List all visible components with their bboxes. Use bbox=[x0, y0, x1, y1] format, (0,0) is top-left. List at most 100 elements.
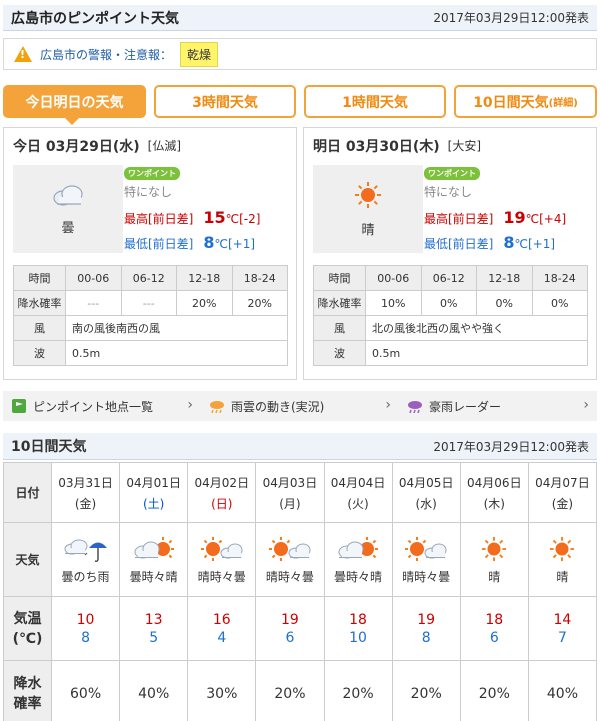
time-cell: 00-06 bbox=[365, 265, 422, 291]
pop-cell: 20% bbox=[459, 660, 529, 721]
high-temp: 19 bbox=[503, 208, 526, 227]
rain-cloud-icon bbox=[209, 398, 225, 414]
table-row: 波 0.5m bbox=[313, 340, 588, 366]
chevron-right-icon: › bbox=[385, 397, 391, 413]
pop-cell: 40% bbox=[527, 660, 598, 721]
day-of-week: (土) bbox=[143, 496, 165, 511]
temp-cell: 19 8 bbox=[391, 596, 461, 661]
warning-link[interactable]: 広島市の警報・注意報： bbox=[40, 46, 172, 63]
high-temp: 14 bbox=[553, 611, 572, 628]
day-title: 今日 03月29日(水) bbox=[13, 138, 140, 155]
pop-cell: 40% bbox=[119, 660, 189, 721]
high-temp: 13 bbox=[144, 611, 163, 628]
low-temp: 8 bbox=[421, 629, 431, 646]
wave-header: 波 bbox=[13, 340, 66, 366]
pop-cell: 20% bbox=[323, 660, 393, 721]
weather-label: 晴時々曇 bbox=[265, 570, 314, 584]
wind-cell: 北の風後北西の風やや強く bbox=[365, 315, 588, 341]
pop-cell: 0% bbox=[531, 290, 588, 316]
warning-badge[interactable]: 乾燥 bbox=[180, 41, 219, 67]
pop-cell: 20% bbox=[255, 660, 325, 721]
weather-label: 晴時々曇 bbox=[197, 570, 246, 584]
low-temp: 5 bbox=[149, 629, 159, 646]
low-temp: 10 bbox=[349, 629, 367, 646]
weather-label: 曇のち雨 bbox=[61, 570, 110, 584]
high-temp-line: 最高[前日差] 19℃[+4] bbox=[424, 208, 566, 227]
cloud-icon bbox=[53, 184, 83, 206]
high-temp: 19 bbox=[417, 611, 436, 628]
time-header: 時間 bbox=[13, 265, 66, 291]
temp-cell: 16 4 bbox=[187, 596, 257, 661]
low-label: 最低[前日差] bbox=[424, 237, 494, 251]
link-heavy-rain-radar[interactable]: 豪雨レーダー › bbox=[399, 391, 597, 421]
tab-suffix: (詳細) bbox=[548, 98, 578, 109]
onepoint-note: 特になし bbox=[424, 185, 473, 199]
weather-label: 曇時々晴 bbox=[334, 570, 383, 584]
pop-cell: --- bbox=[120, 290, 177, 316]
date-text: 04月05日 bbox=[398, 475, 454, 490]
temp-cell: 10 8 bbox=[50, 596, 121, 661]
time-cell: 00-06 bbox=[65, 265, 122, 291]
temp-unit: ℃ bbox=[225, 212, 240, 226]
high-temp: 15 bbox=[203, 208, 226, 227]
chevron-right-icon: › bbox=[187, 397, 193, 413]
sun-cloud-icon bbox=[393, 534, 460, 564]
tab-today-tomorrow[interactable]: 今日明日の天気 bbox=[3, 85, 146, 118]
time-header: 時間 bbox=[313, 265, 366, 291]
cloud-sun-icon bbox=[120, 534, 187, 564]
day-of-week: (水) bbox=[415, 496, 437, 511]
date-text: 03月31日 bbox=[58, 475, 113, 490]
tab-1hour[interactable]: 1時間天気 bbox=[304, 85, 446, 118]
weather-label: 曇 bbox=[61, 220, 75, 236]
pop-cell: 0% bbox=[476, 290, 533, 316]
tab-label: 3時間天気 bbox=[192, 94, 258, 111]
high-label: 最高[前日差] bbox=[124, 212, 194, 226]
date-text: 04月03日 bbox=[262, 475, 318, 490]
date-text: 04月01日 bbox=[126, 475, 181, 490]
weather-cell: 曇時々晴 bbox=[119, 522, 189, 597]
cloud-then-rain-icon bbox=[52, 534, 119, 564]
day-of-week: (金) bbox=[551, 496, 574, 511]
tab-label: 今日明日の天気 bbox=[25, 94, 124, 111]
date-cell: 04月07日 (金) bbox=[527, 462, 598, 523]
ten-day-header: 10日間天気 2017年03月29日12:00発表 bbox=[3, 433, 597, 460]
table-row: 波 0.5m bbox=[13, 340, 288, 366]
link-rain-cloud[interactable]: 雨雲の動き(実況) › bbox=[201, 391, 399, 421]
temp-cell: 14 7 bbox=[527, 596, 598, 661]
tab-label: 10日間天気 bbox=[473, 94, 549, 111]
date-text: 04月07日 bbox=[535, 475, 590, 490]
rokuyo: [大安] bbox=[447, 139, 482, 153]
pop-cell: 20% bbox=[231, 290, 288, 316]
weather-cell: 曇時々晴 bbox=[323, 522, 393, 597]
sun-icon bbox=[355, 181, 381, 208]
temp-cell: 18 10 bbox=[323, 596, 393, 661]
temp-cell: 18 6 bbox=[459, 596, 529, 661]
low-diff: [+1] bbox=[528, 237, 556, 251]
radar-icon bbox=[407, 398, 423, 414]
pop-header: 降水確率 bbox=[13, 290, 66, 316]
low-temp: 7 bbox=[557, 629, 567, 646]
link-pinpoint-list[interactable]: ピンポイント地点一覧 › bbox=[3, 391, 201, 421]
weather-label: 晴 bbox=[556, 570, 569, 584]
table-row: 天気 曇のち雨 曇時々晴 晴時々曇 晴時々曇 曇時々晴 晴時々曇 晴 晴 bbox=[3, 522, 598, 597]
tab-10day[interactable]: 10日間天気 (詳細) bbox=[454, 85, 597, 118]
day-header: 明日 03月30日(木) [大安] bbox=[304, 128, 596, 163]
today-panel: 今日 03月29日(水) [仏滅] 曇 ワンポイント 特になし 最高[前日差] 1… bbox=[3, 127, 297, 380]
tab-3hour[interactable]: 3時間天気 bbox=[154, 85, 296, 118]
onepoint-badge: ワンポイント bbox=[424, 167, 480, 180]
weather-label: 曇時々晴 bbox=[129, 570, 178, 584]
wind-header: 風 bbox=[313, 315, 366, 341]
pop-cell: 30% bbox=[187, 660, 257, 721]
table-row: 降水確率 --- --- 20% 20% bbox=[13, 290, 288, 316]
row-header-date: 日付 bbox=[3, 462, 52, 523]
temp-unit: ℃ bbox=[514, 237, 528, 251]
day-of-week: (木) bbox=[483, 496, 505, 511]
rokuyo: [仏滅] bbox=[147, 139, 182, 153]
chevron-right-icon: › bbox=[583, 397, 589, 413]
pop-cell: 10% bbox=[365, 290, 422, 316]
date-cell: 04月03日 (月) bbox=[255, 462, 325, 523]
low-temp-line: 最低[前日差] 8℃[+1] bbox=[124, 233, 255, 252]
time-cell: 12-18 bbox=[176, 265, 233, 291]
weather-cell: 晴時々曇 bbox=[391, 522, 461, 597]
pop-header: 降水確率 bbox=[313, 290, 366, 316]
